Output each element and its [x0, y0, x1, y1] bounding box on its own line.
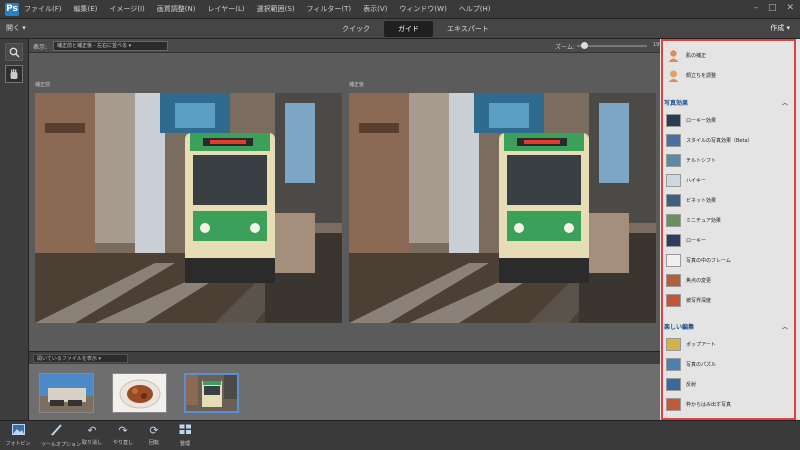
mode-tabs: クイック ガイド エキスパート	[328, 21, 503, 37]
collapse-icon: ︿	[781, 99, 788, 107]
menu-layer[interactable]: レイヤー(L)	[207, 4, 244, 14]
zoom-label: ズーム:	[555, 44, 575, 51]
collapse-icon: ︿	[781, 323, 788, 331]
mode-bar: 開く ▾ クイック ガイド エキスパート 作成 ▾	[0, 19, 800, 39]
maximize-icon[interactable]: □	[768, 3, 777, 13]
zoom-slider-handle[interactable]	[581, 42, 588, 49]
thumbnail-food[interactable]	[112, 373, 167, 413]
frame-icon	[666, 253, 681, 267]
miniature-icon	[666, 213, 681, 227]
tiltshift-icon	[666, 153, 681, 167]
tool-options-icon	[41, 424, 71, 439]
photo-bin	[29, 364, 660, 420]
menu-view[interactable]: 表示(V)	[363, 4, 387, 14]
zoom-slider[interactable]	[577, 42, 647, 49]
guided-item-tiltshift[interactable]: チルトシフト	[666, 152, 716, 168]
guided-item-frame[interactable]: 写真の中のフレーム	[666, 252, 731, 268]
guided-item-reflection[interactable]: 反射	[666, 376, 696, 392]
highkey-icon	[666, 173, 681, 187]
bottom-toolbar: フォトビン ツールオプション ↶ 取り消し ↷ やり直し ⟳ 回転 整理	[0, 420, 800, 450]
menu-edit[interactable]: 編集(E)	[74, 4, 98, 14]
focus-icon	[666, 273, 681, 287]
style-icon	[666, 133, 681, 147]
view-select[interactable]: 補正前と補正後 - 左右に並べる ▾	[53, 41, 168, 51]
tab-guided[interactable]: ガイド	[384, 21, 433, 37]
hand-tool-icon[interactable]	[5, 65, 23, 83]
after-label: 補正後	[349, 82, 365, 88]
guided-item-style[interactable]: スタイルの写真効果（Beta）	[666, 132, 753, 148]
guided-item-focus[interactable]: 焦点の変更	[666, 272, 711, 288]
lowkey-icon	[666, 113, 681, 127]
menu-file[interactable]: ファイル(F)	[24, 4, 62, 14]
guided-item-face[interactable]: 顔立ちを調整	[666, 67, 716, 83]
canvas-area: 補正前 補正後	[29, 53, 660, 351]
guided-item-lowkey2[interactable]: ローキー	[666, 232, 706, 248]
menu-window[interactable]: ウィンドウ(W)	[399, 4, 446, 14]
guided-item-highkey[interactable]: ハイキー	[666, 172, 706, 188]
redo-button[interactable]: ↷ やり直し	[108, 424, 138, 446]
thumbnail-building[interactable]	[39, 373, 94, 413]
guided-item-vignette[interactable]: ビネット効果	[666, 192, 716, 208]
view-options-bar: 表示: 補正前と補正後 - 左右に並べる ▾ ズーム: 19%	[29, 39, 664, 53]
puzzle-icon	[666, 357, 681, 371]
menu-select[interactable]: 選択範囲(S)	[257, 4, 295, 14]
face-icon	[666, 69, 681, 82]
popart-icon	[666, 337, 681, 351]
guided-item-puzzle[interactable]: 写真のパズル	[666, 356, 716, 372]
before-label: 補正前	[35, 82, 51, 88]
open-button[interactable]: 開く ▾	[6, 23, 26, 33]
menu-enhance[interactable]: 画質調整(N)	[157, 4, 196, 14]
guided-item-lowkey[interactable]: ローキー効果	[666, 112, 716, 128]
rotate-icon: ⟳	[149, 424, 159, 437]
view-label: 表示:	[33, 44, 48, 51]
tab-quick[interactable]: クイック	[328, 21, 384, 37]
tool-strip	[0, 39, 29, 420]
menu-bar: Ps ファイル(F) 編集(E) イメージ(I) 画質調整(N) レイヤー(L)…	[0, 0, 800, 19]
person-icon	[666, 49, 681, 62]
photo-bin-select[interactable]: 開いているファイルを表示 ▾	[33, 354, 128, 363]
minimize-icon[interactable]: –	[753, 3, 758, 13]
close-icon[interactable]: ✕	[786, 3, 794, 13]
redo-icon: ↷	[118, 424, 128, 437]
guided-item-outofbounds[interactable]: 枠からはみ出す写真	[666, 396, 731, 412]
lowkey2-icon	[666, 233, 681, 247]
undo-button[interactable]: ↶ 取り消し	[77, 424, 107, 446]
create-button[interactable]: 作成 ▾	[770, 23, 790, 33]
photo-bin-icon	[3, 424, 33, 438]
before-photo[interactable]	[35, 93, 342, 323]
photo-bin-button[interactable]: フォトビン	[3, 424, 33, 447]
section-fun-edits[interactable]: 楽しい編集 ︿	[664, 320, 792, 332]
after-photo[interactable]	[349, 93, 656, 323]
guided-item-popart[interactable]: ポップアート	[666, 336, 716, 352]
tab-expert[interactable]: エキスパート	[433, 21, 503, 37]
tool-options-button[interactable]: ツールオプション	[41, 424, 81, 448]
app-icon: Ps	[5, 2, 19, 16]
photo-bin-bar: 開いているファイルを表示 ▾	[29, 351, 660, 364]
menu-filter[interactable]: フィルター(T)	[307, 4, 352, 14]
outofbounds-icon	[666, 397, 681, 411]
guided-item-miniature[interactable]: ミニチュア効果	[666, 212, 721, 228]
vignette-icon	[666, 193, 681, 207]
section-photo-effects[interactable]: 写真効果 ︿	[664, 96, 792, 108]
guided-item-skin[interactable]: 肌の補正	[666, 47, 706, 63]
rotate-button[interactable]: ⟳ 回転	[139, 424, 169, 446]
thumbnail-tram[interactable]	[184, 373, 239, 413]
zoom-tool-icon[interactable]	[5, 43, 23, 61]
guided-edit-panel: 肌の補正 顔立ちを調整 写真効果 ︿ ローキー効果 スタイルの写真効果（Beta）…	[660, 39, 800, 420]
organizer-button[interactable]: 整理	[170, 424, 200, 447]
organizer-icon	[170, 424, 200, 438]
dof-icon	[666, 293, 681, 307]
reflection-icon	[666, 377, 681, 391]
undo-icon: ↶	[87, 424, 97, 437]
menu-image[interactable]: イメージ(I)	[109, 4, 144, 14]
menu-help[interactable]: ヘルプ(H)	[459, 4, 491, 14]
guided-item-dof[interactable]: 被写界深度	[666, 292, 711, 308]
